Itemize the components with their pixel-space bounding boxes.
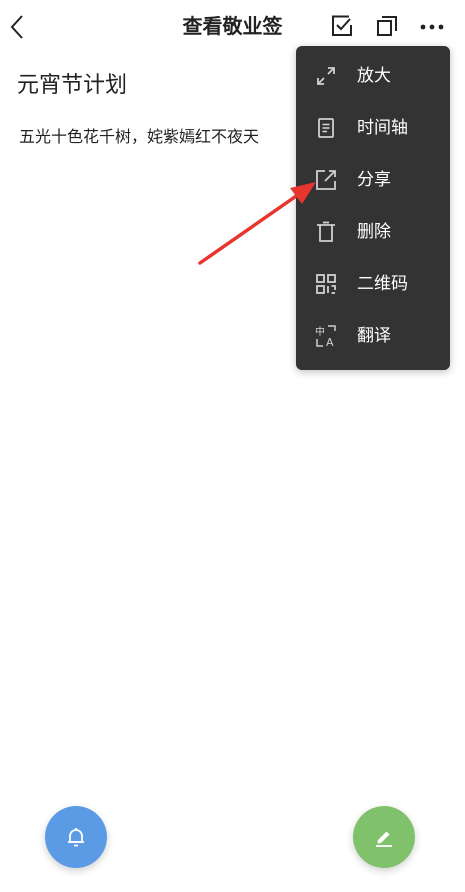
- pencil-icon: [376, 831, 392, 847]
- checkbox-icon[interactable]: [329, 13, 355, 39]
- copy-icon[interactable]: [374, 13, 400, 39]
- menu-item-label: 二维码: [357, 274, 408, 294]
- translate-icon: 中 A: [315, 325, 336, 348]
- menu-item-label: 时间轴: [357, 118, 408, 138]
- edit-button[interactable]: [353, 806, 415, 868]
- menu-item-label: 翻译: [357, 326, 391, 346]
- menu-item-label: 放大: [357, 66, 391, 86]
- share-icon: [316, 170, 336, 190]
- menu-item-label: 分享: [357, 170, 391, 190]
- qr-code-icon: [316, 274, 336, 294]
- more-menu: 放大 时间轴 分享 删除 二维码 中 A 翻译: [296, 46, 450, 370]
- menu-item-qrcode[interactable]: 二维码: [296, 258, 450, 310]
- menu-item-translate[interactable]: 中 A 翻译: [296, 310, 450, 362]
- reminder-button[interactable]: [45, 806, 107, 868]
- menu-item-share[interactable]: 分享: [296, 154, 450, 206]
- menu-item-timeline[interactable]: 时间轴: [296, 102, 450, 154]
- timeline-icon: [318, 118, 334, 138]
- expand-icon: [317, 67, 335, 85]
- svg-text:中: 中: [315, 325, 325, 338]
- svg-text:A: A: [326, 336, 334, 348]
- note-body: 五光十色花千树，姹紫嫣红不夜天: [19, 127, 260, 146]
- trash-icon: [317, 221, 335, 242]
- more-icon[interactable]: [418, 15, 446, 39]
- bell-icon: [68, 828, 84, 847]
- menu-item-zoom[interactable]: 放大: [296, 50, 450, 102]
- menu-item-label: 删除: [357, 222, 391, 242]
- menu-item-delete[interactable]: 删除: [296, 206, 450, 258]
- note-title: 元宵节计划: [17, 73, 128, 98]
